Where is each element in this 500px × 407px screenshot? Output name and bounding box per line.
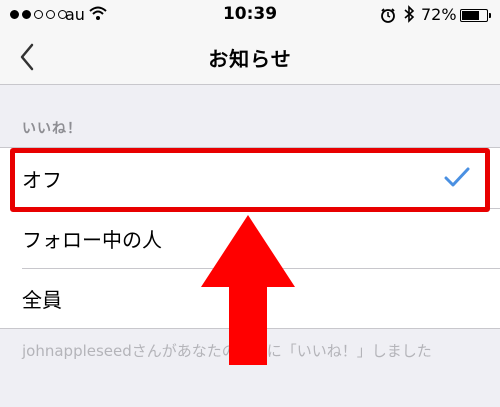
option-label: 全員 — [22, 288, 62, 312]
battery-icon — [460, 9, 491, 22]
alarm-icon — [381, 8, 395, 23]
red-arrow-up-icon — [201, 215, 295, 365]
bluetooth-icon — [404, 5, 415, 23]
section-header: いいね！ — [22, 121, 82, 137]
battery-percentage: 72% — [421, 5, 457, 24]
option-label: フォロー中の人 — [22, 228, 162, 252]
highlight-annotation-box — [10, 148, 490, 212]
battery-level-fill — [462, 11, 479, 20]
status-bar: au 10:39 72% — [0, 0, 500, 30]
battery-nub — [488, 13, 491, 18]
navigation-bar: お知らせ — [0, 30, 500, 85]
page-title: お知らせ — [208, 47, 292, 71]
